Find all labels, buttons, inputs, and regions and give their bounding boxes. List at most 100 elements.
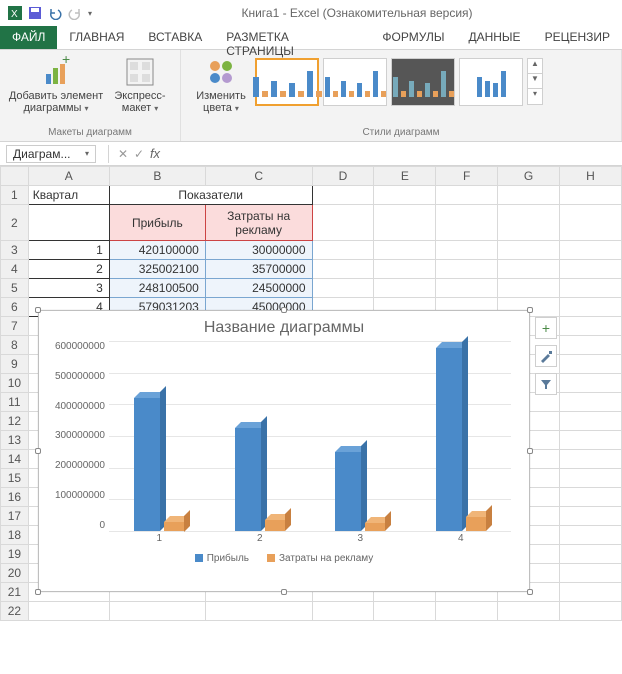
row-header[interactable]: 13: [1, 431, 29, 450]
cell[interactable]: [498, 602, 560, 621]
row-header[interactable]: 9: [1, 355, 29, 374]
cell[interactable]: [312, 602, 374, 621]
tab-data[interactable]: ДАННЫЕ: [456, 26, 532, 49]
cell[interactable]: [560, 602, 622, 621]
chart-filter-button[interactable]: [535, 373, 557, 395]
chart-bar[interactable]: [164, 522, 184, 532]
row-header[interactable]: 22: [1, 602, 29, 621]
cell[interactable]: [436, 260, 498, 279]
row-header[interactable]: 21: [1, 583, 29, 602]
cell[interactable]: [312, 260, 374, 279]
cell[interactable]: 3: [28, 279, 109, 298]
chart-object[interactable]: Название диаграммы 600000000500000000400…: [38, 310, 530, 592]
chart-bar[interactable]: [265, 520, 285, 531]
chart-bar[interactable]: [235, 428, 261, 531]
cell[interactable]: [205, 602, 312, 621]
cell[interactable]: [374, 186, 436, 205]
cell[interactable]: [560, 450, 622, 469]
col-header[interactable]: F: [436, 167, 498, 186]
chart-plot-area[interactable]: 6000000005000000004000000003000000002000…: [109, 341, 511, 549]
row-header[interactable]: 7: [1, 317, 29, 336]
gallery-scroll-up[interactable]: ▲: [528, 59, 542, 74]
cell[interactable]: [560, 526, 622, 545]
row-header[interactable]: 3: [1, 241, 29, 260]
tab-page-layout[interactable]: РАЗМЕТКА СТРАНИЦЫ: [214, 26, 370, 49]
chart-bar[interactable]: [365, 523, 385, 531]
cell[interactable]: [498, 205, 560, 241]
enter-icon[interactable]: ✓: [131, 147, 147, 161]
cell[interactable]: [560, 545, 622, 564]
row-header[interactable]: 8: [1, 336, 29, 355]
row-header[interactable]: 2: [1, 205, 29, 241]
select-all-corner[interactable]: [1, 167, 29, 186]
row-header[interactable]: 11: [1, 393, 29, 412]
cell[interactable]: [560, 260, 622, 279]
tab-file[interactable]: ФАЙЛ: [0, 26, 57, 49]
cell[interactable]: 24500000: [205, 279, 312, 298]
tab-review[interactable]: РЕЦЕНЗИР: [533, 26, 622, 49]
cancel-icon[interactable]: ✕: [115, 147, 131, 161]
change-colors-button[interactable]: Изменить цвета ▾: [187, 54, 255, 116]
cell[interactable]: [312, 186, 374, 205]
cell[interactable]: [498, 279, 560, 298]
save-icon[interactable]: [28, 6, 42, 20]
col-header[interactable]: E: [374, 167, 436, 186]
fx-icon[interactable]: fx: [147, 146, 163, 161]
cell[interactable]: [560, 279, 622, 298]
row-header[interactable]: 4: [1, 260, 29, 279]
row-header[interactable]: 6: [1, 298, 29, 317]
row-header[interactable]: 18: [1, 526, 29, 545]
cell[interactable]: 248100500: [109, 279, 205, 298]
row-header[interactable]: 1: [1, 186, 29, 205]
cell[interactable]: Показатели: [109, 186, 312, 205]
cell[interactable]: [374, 241, 436, 260]
col-header[interactable]: A: [28, 167, 109, 186]
cell[interactable]: [374, 602, 436, 621]
cell[interactable]: [498, 241, 560, 260]
gallery-scroll-down[interactable]: ▼: [528, 74, 542, 89]
col-header[interactable]: B: [109, 167, 205, 186]
qat-dropdown-icon[interactable]: ▾: [88, 9, 92, 18]
tab-insert[interactable]: ВСТАВКА: [136, 26, 214, 49]
cell[interactable]: Прибыль: [109, 205, 205, 241]
cell[interactable]: [312, 279, 374, 298]
cell[interactable]: [436, 279, 498, 298]
row-header[interactable]: 17: [1, 507, 29, 526]
row-header[interactable]: 19: [1, 545, 29, 564]
cell[interactable]: [28, 205, 109, 241]
cell[interactable]: [560, 583, 622, 602]
redo-icon[interactable]: [68, 6, 82, 20]
cell[interactable]: [560, 205, 622, 241]
cell[interactable]: 2: [28, 260, 109, 279]
cell[interactable]: [560, 317, 622, 336]
cell[interactable]: [560, 336, 622, 355]
chart-bar[interactable]: [436, 348, 462, 531]
cell[interactable]: [436, 205, 498, 241]
cell[interactable]: 35700000: [205, 260, 312, 279]
cell[interactable]: [374, 260, 436, 279]
cell[interactable]: [560, 469, 622, 488]
cell[interactable]: Затраты на рекламу: [205, 205, 312, 241]
tab-home[interactable]: ГЛАВНАЯ: [57, 26, 136, 49]
col-header[interactable]: H: [560, 167, 622, 186]
cell[interactable]: [498, 186, 560, 205]
cell[interactable]: [374, 279, 436, 298]
cell[interactable]: [560, 412, 622, 431]
tab-formulas[interactable]: ФОРМУЛЫ: [370, 26, 456, 49]
cell[interactable]: 1: [28, 241, 109, 260]
gallery-expand[interactable]: ▾: [528, 89, 542, 104]
quick-layout-button[interactable]: Экспресс-макет ▾: [106, 54, 174, 116]
chart-brush-button[interactable]: [535, 345, 557, 367]
col-header[interactable]: C: [205, 167, 312, 186]
col-header[interactable]: G: [498, 167, 560, 186]
cell[interactable]: Квартал: [28, 186, 109, 205]
cell[interactable]: [560, 564, 622, 583]
cell[interactable]: [312, 241, 374, 260]
chart-title[interactable]: Название диаграммы: [39, 311, 529, 341]
col-header[interactable]: D: [312, 167, 374, 186]
cell[interactable]: [436, 241, 498, 260]
cell[interactable]: [374, 205, 436, 241]
cell[interactable]: 30000000: [205, 241, 312, 260]
cell[interactable]: [560, 393, 622, 412]
chart-plus-button[interactable]: +: [535, 317, 557, 339]
